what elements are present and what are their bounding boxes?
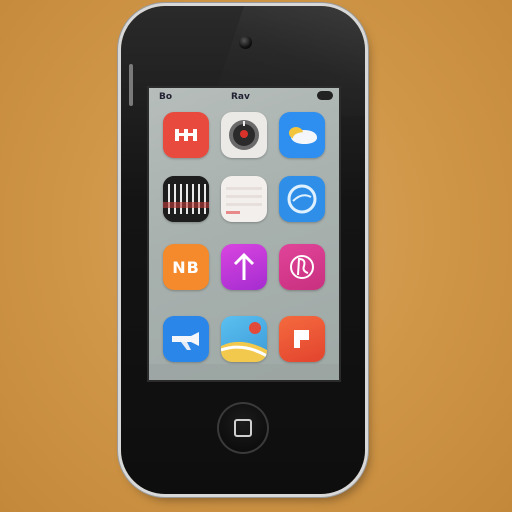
phone-device: Bo Rav NB — [121, 6, 365, 494]
app-red-square[interactable] — [279, 316, 325, 362]
notes-lines-icon — [226, 187, 262, 214]
app-orange[interactable]: NB — [163, 244, 209, 290]
map-icon — [221, 322, 267, 362]
app-map[interactable] — [221, 316, 267, 362]
home-button[interactable] — [217, 402, 269, 454]
cloud-sun-icon — [289, 127, 317, 144]
app-red[interactable] — [163, 112, 209, 158]
home-square-icon — [234, 419, 252, 437]
piano-keys-icon — [163, 176, 209, 222]
carrier-text: Bo — [159, 92, 173, 102]
app-pink-script[interactable] — [279, 244, 325, 290]
app-blue-weather[interactable] — [279, 112, 325, 158]
app-compass[interactable] — [221, 112, 267, 158]
battery-icon — [317, 91, 333, 100]
square-glyph-icon — [294, 330, 309, 348]
arrow-up-icon — [233, 252, 255, 280]
app-purple-arrow[interactable] — [221, 244, 267, 290]
text-logo-icon: NB — [172, 257, 200, 277]
script-glyph-icon — [290, 255, 314, 279]
status-bar: Bo Rav — [149, 88, 339, 106]
home-screen: Bo Rav NB — [147, 86, 341, 382]
grid-glyph-icon — [175, 129, 197, 141]
app-piano[interactable] — [163, 176, 209, 222]
front-camera-icon — [239, 36, 252, 49]
dial-icon — [229, 120, 259, 150]
app-blue-plane[interactable] — [163, 316, 209, 362]
status-time: Rav — [231, 92, 250, 102]
plane-icon — [172, 332, 199, 350]
app-browser[interactable] — [279, 176, 325, 222]
side-volume-button[interactable] — [129, 64, 133, 106]
app-notes[interactable] — [221, 176, 267, 222]
globe-icon — [287, 184, 317, 214]
page-dock — [149, 364, 339, 380]
